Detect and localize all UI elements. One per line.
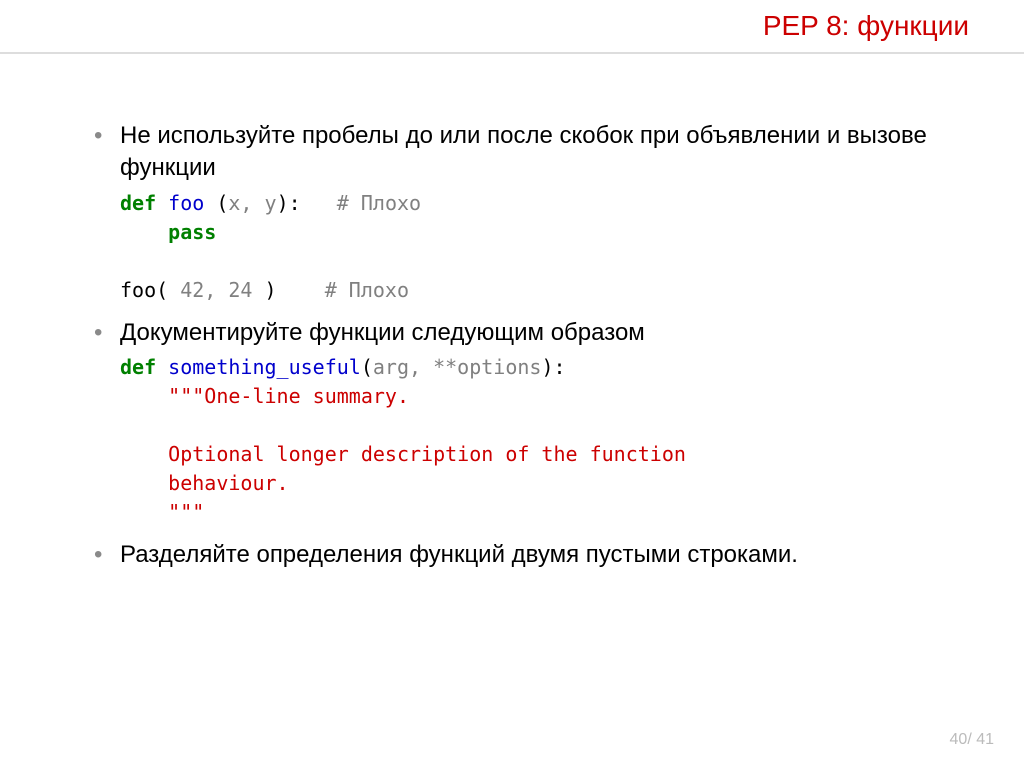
bullet-text: Документируйте функции следующим образом	[120, 319, 645, 346]
bullet-text: Разделяйте определения функций двумя пус…	[120, 541, 798, 568]
slide-title: PEP 8: функции	[763, 10, 969, 42]
bullet-item: Документируйте функции следующим образом…	[90, 317, 964, 527]
code-block: def something_useful(arg, **options): ""…	[120, 353, 964, 527]
bullet-item: Не используйте пробелы до или после скоб…	[90, 120, 964, 305]
bullet-text: Не используйте пробелы до или после скоб…	[120, 122, 927, 181]
bullet-list: Не используйте пробелы до или после скоб…	[90, 120, 964, 572]
slide: PEP 8: функции Не используйте пробелы до…	[0, 0, 1024, 767]
page-number: 40/ 41	[950, 731, 994, 749]
divider	[0, 52, 1024, 54]
bullet-item: Разделяйте определения функций двумя пус…	[90, 539, 964, 571]
content-area: Не используйте пробелы до или после скоб…	[90, 120, 964, 584]
code-block: def foo (x, y): # Плохо pass foo( 42, 24…	[120, 189, 964, 305]
